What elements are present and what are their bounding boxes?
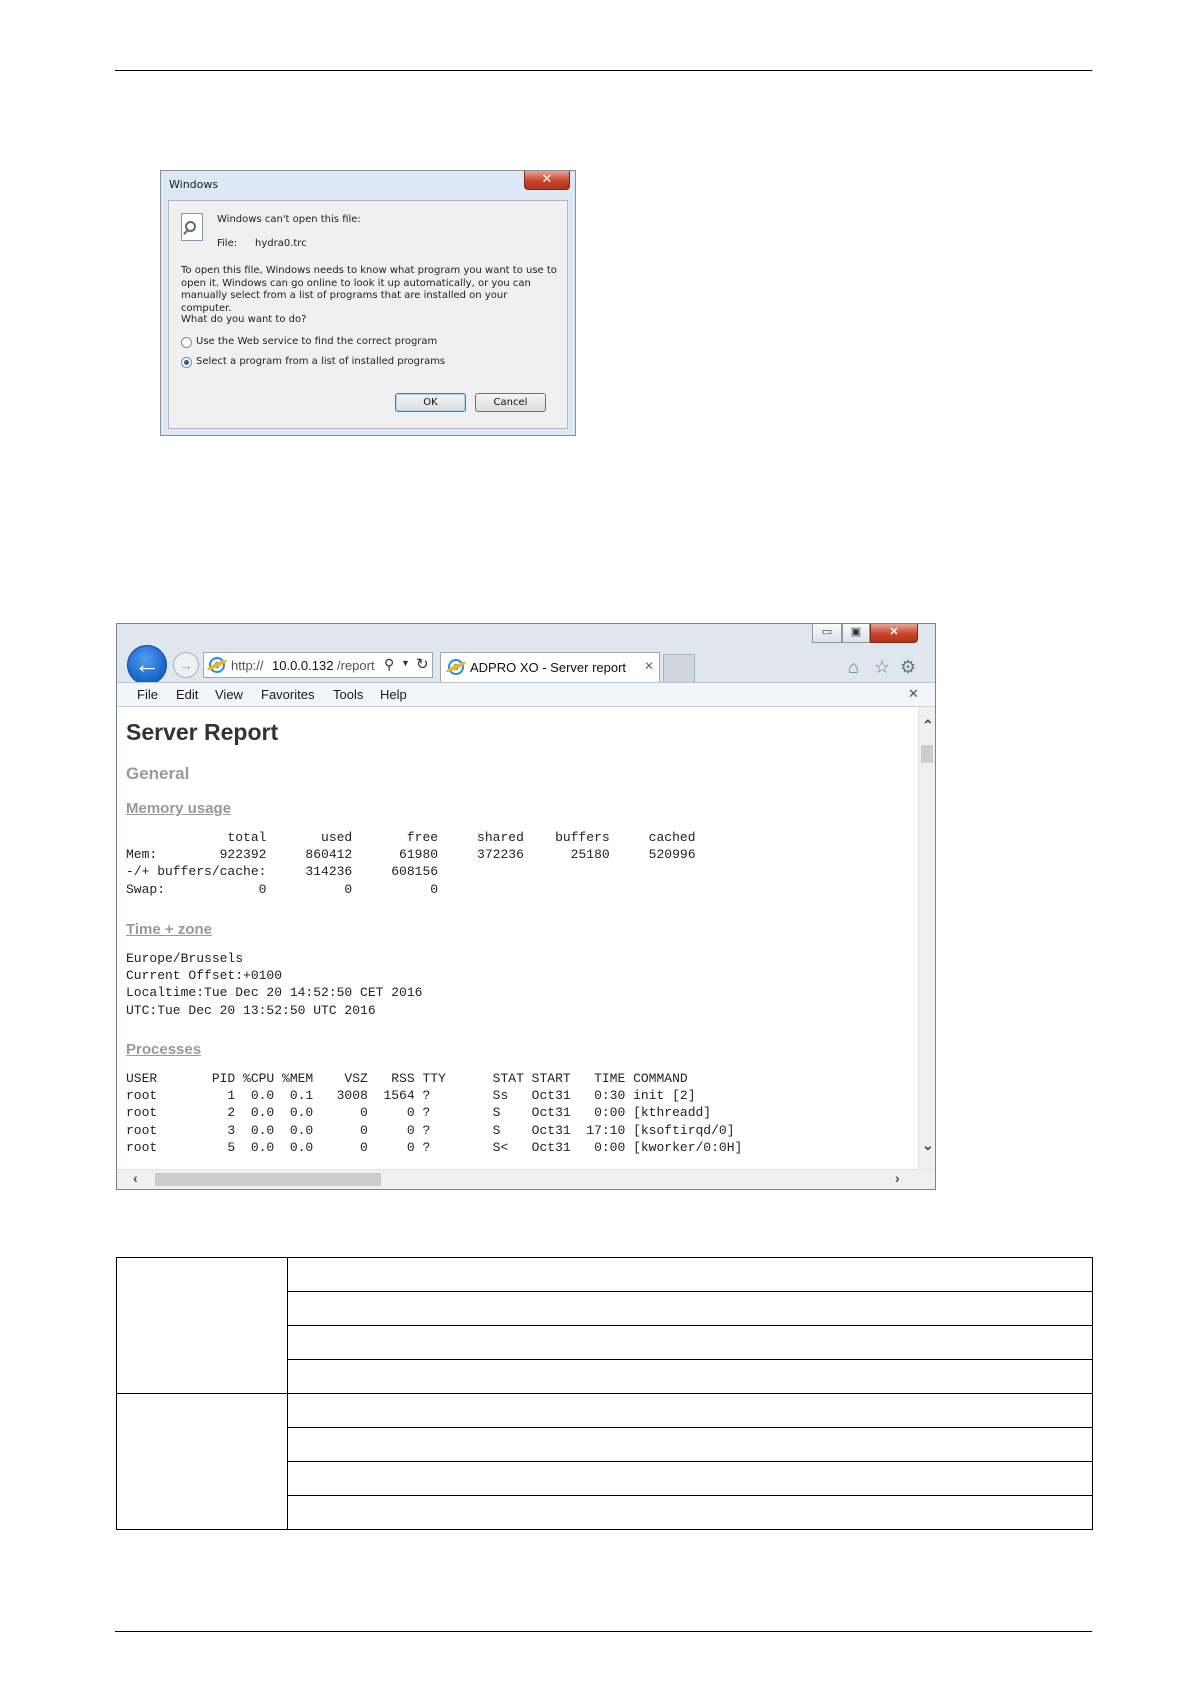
dialog-question: What do you want to do? bbox=[181, 314, 307, 325]
tab-server-report[interactable]: e ADPRO XO - Server report ✕ bbox=[440, 652, 660, 682]
ok-button[interactable]: OK bbox=[395, 393, 466, 412]
scroll-left-icon[interactable]: ‹ bbox=[133, 1170, 138, 1186]
forward-arrow-icon[interactable]: → bbox=[173, 652, 199, 678]
report-title: Server Report bbox=[126, 719, 279, 745]
scroll-down-icon[interactable]: ⌄ bbox=[922, 1137, 934, 1154]
memory-line: total used free shared buffers cached bbox=[126, 830, 696, 845]
url-prefix: http:// bbox=[231, 658, 264, 673]
address-bar[interactable]: e http:// 10.0.0.132 /report ⚲ ▼ ↻ bbox=[203, 652, 433, 678]
dropdown-icon[interactable]: ▼ bbox=[401, 658, 410, 668]
browser-window: ▭ ▣ ✕ ← → e http:// 10.0.0.132 /report ⚲… bbox=[116, 623, 936, 1190]
tab-title: ADPRO XO - Server report bbox=[470, 660, 627, 675]
menu-help[interactable]: Help bbox=[380, 687, 407, 702]
group-cell bbox=[116, 1257, 288, 1394]
process-table: USER PID %CPU %MEM VSZ RSS TTY STAT STAR… bbox=[126, 1070, 742, 1156]
star-icon[interactable]: ☆ bbox=[874, 657, 890, 678]
group-cell bbox=[116, 1393, 288, 1530]
empty-table bbox=[116, 1257, 1093, 1530]
memory-line: Mem: 922392 860412 61980 372236 25180 52… bbox=[126, 847, 696, 863]
menu-close-icon[interactable]: ✕ bbox=[908, 686, 919, 702]
new-tab-button[interactable] bbox=[663, 654, 695, 682]
menu-edit[interactable]: Edit bbox=[176, 687, 198, 702]
minimize-button[interactable]: ▭ bbox=[812, 624, 842, 643]
document-search-icon bbox=[181, 213, 203, 241]
dialog-heading: Windows can't open this file: bbox=[217, 214, 361, 225]
memory-table: total used free shared buffers cached Me… bbox=[126, 829, 696, 898]
search-icon[interactable]: ⚲ bbox=[384, 656, 394, 673]
memory-line: Swap: 0 0 0 bbox=[126, 881, 439, 897]
menu-bar: File Edit View Favorites Tools Help ✕ bbox=[117, 682, 935, 707]
memory-line: -/+ buffers/cache: 314236 608156 bbox=[126, 864, 439, 880]
menu-view[interactable]: View bbox=[215, 687, 243, 702]
vertical-scrollbar[interactable]: ⌃ ⌄ bbox=[918, 707, 935, 1169]
table-cell bbox=[287, 1495, 1093, 1530]
ie-logo-icon: e bbox=[209, 657, 225, 673]
footer-rule bbox=[115, 1631, 1092, 1632]
table-cell bbox=[287, 1359, 1093, 1394]
process-line: root 5 0.0 0.0 0 0 ? S< Oct31 0:00 [kwor… bbox=[126, 1139, 743, 1155]
page-viewport: Server Report General Memory usage total… bbox=[117, 707, 918, 1169]
url-host: 10.0.0.132 bbox=[272, 658, 334, 673]
file-label: File: bbox=[217, 238, 238, 249]
time-line: UTC:Tue Dec 20 13:52:50 UTC 2016 bbox=[126, 1002, 376, 1018]
general-heading: General bbox=[126, 764, 190, 783]
dialog-close-button[interactable]: ✕ bbox=[524, 171, 570, 190]
table-row bbox=[116, 1257, 1093, 1394]
process-line: root 1 0.0 0.1 3008 1564 ? Ss Oct31 0:30… bbox=[126, 1088, 696, 1104]
refresh-icon[interactable]: ↻ bbox=[416, 655, 429, 673]
tab-favicon-icon: e bbox=[448, 659, 464, 675]
time-line: Localtime:Tue Dec 20 14:52:50 CET 2016 bbox=[126, 985, 423, 1001]
window-close-button[interactable]: ✕ bbox=[870, 624, 918, 643]
scroll-right-icon[interactable]: › bbox=[895, 1170, 900, 1186]
maximize-button[interactable]: ▣ bbox=[842, 624, 870, 643]
time-line: Europe/Brussels bbox=[126, 951, 244, 966]
scroll-up-icon[interactable]: ⌃ bbox=[922, 717, 934, 734]
gear-icon[interactable]: ⚙ bbox=[900, 657, 916, 678]
installed-programs-radio[interactable] bbox=[181, 357, 192, 368]
installed-programs-option-label[interactable]: Select a program from a list of installe… bbox=[196, 356, 445, 367]
file-name: hydra0.trc bbox=[255, 238, 307, 249]
back-arrow-icon[interactable]: ← bbox=[127, 645, 167, 685]
processes-link[interactable]: Processes bbox=[126, 1041, 201, 1058]
table-cell bbox=[287, 1291, 1093, 1326]
url-path: /report bbox=[337, 658, 375, 673]
dialog-title: Windows bbox=[169, 178, 219, 191]
header-rule bbox=[115, 70, 1092, 71]
web-service-radio[interactable] bbox=[181, 337, 192, 348]
menu-file[interactable]: File bbox=[137, 687, 158, 702]
menu-tools[interactable]: Tools bbox=[333, 687, 363, 702]
time-line: Current Offset:+0100 bbox=[126, 968, 283, 984]
horizontal-scrollbar[interactable]: ‹ › bbox=[117, 1169, 935, 1189]
cancel-button[interactable]: Cancel bbox=[475, 393, 546, 412]
process-line: root 2 0.0 0.0 0 0 ? S Oct31 0:00 [kthre… bbox=[126, 1105, 712, 1121]
time-zone-link[interactable]: Time + zone bbox=[126, 921, 212, 938]
table-cell bbox=[287, 1257, 1093, 1292]
open-with-dialog: Windows ✕ Windows can't open this file: … bbox=[160, 170, 576, 436]
memory-usage-link[interactable]: Memory usage bbox=[126, 800, 231, 817]
table-cell bbox=[287, 1393, 1093, 1428]
process-line: root 3 0.0 0.0 0 0 ? S Oct31 17:10 [ksof… bbox=[126, 1122, 735, 1138]
process-line: USER PID %CPU %MEM VSZ RSS TTY STAT STAR… bbox=[126, 1071, 688, 1086]
web-service-option-label[interactable]: Use the Web service to find the correct … bbox=[196, 336, 437, 347]
home-icon[interactable]: ⌂ bbox=[848, 657, 859, 678]
table-row bbox=[116, 1393, 1093, 1530]
table-cell bbox=[287, 1427, 1093, 1462]
dialog-body: Windows can't open this file: File: hydr… bbox=[168, 200, 568, 429]
time-zone-block: Europe/Brussels Current Offset:+0100 Loc… bbox=[126, 950, 422, 1019]
dialog-explanation: To open this file, Windows needs to know… bbox=[181, 265, 557, 314]
table-cell bbox=[287, 1461, 1093, 1496]
horizontal-scroll-thumb[interactable] bbox=[155, 1173, 381, 1186]
tab-close-icon[interactable]: ✕ bbox=[644, 659, 654, 673]
table-cell bbox=[287, 1325, 1093, 1360]
vertical-scroll-thumb[interactable] bbox=[921, 745, 933, 763]
menu-favorites[interactable]: Favorites bbox=[261, 687, 314, 702]
